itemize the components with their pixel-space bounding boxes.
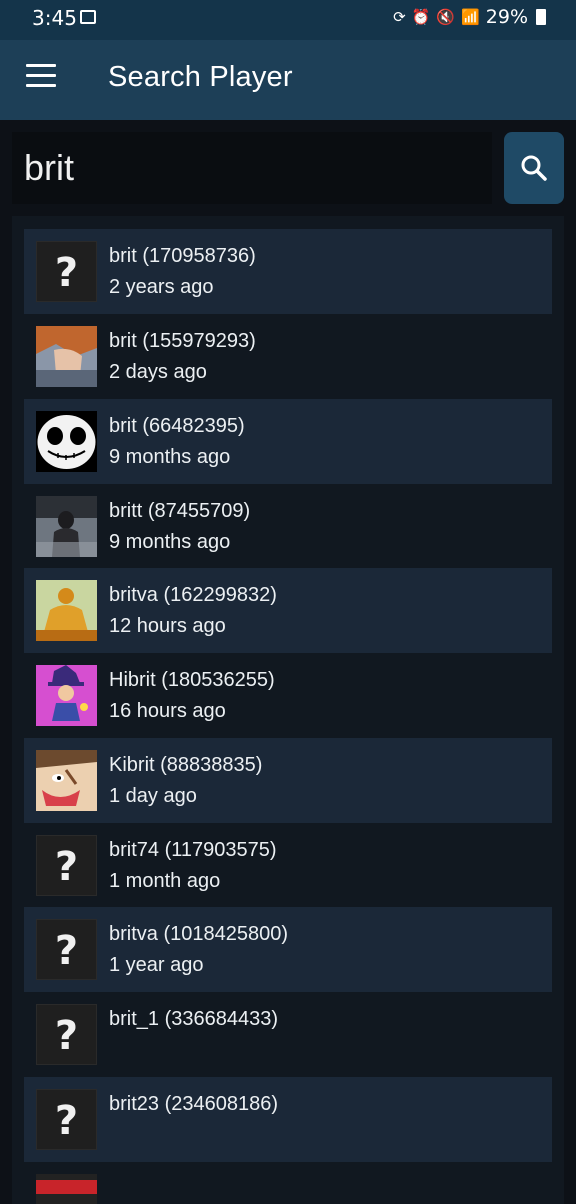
battery-icon: [536, 9, 546, 25]
golden-statue-avatar-icon: [36, 580, 97, 641]
unknown-avatar-icon: ?: [54, 250, 79, 296]
list-item[interactable]: Hibrit (180536255) 16 hours ago: [24, 653, 552, 738]
list-item[interactable]: ? brit (170958736) 2 years ago: [24, 229, 552, 314]
list-item[interactable]: brit (155979293) 2 days ago: [24, 314, 552, 399]
anime-character-avatar-icon: [36, 326, 97, 387]
unknown-avatar-icon: ?: [54, 928, 79, 974]
search-input[interactable]: [12, 132, 492, 204]
player-name: brit74 (117903575): [109, 839, 277, 861]
last-seen: 1 year ago: [109, 954, 204, 976]
list-item[interactable]: Kibrit (88838835) 1 day ago: [24, 738, 552, 823]
player-name: brit23 (234608186): [109, 1093, 279, 1115]
cartoon-face-avatar-icon: [36, 750, 97, 811]
last-seen: 12 hours ago: [109, 615, 226, 637]
last-seen: 16 hours ago: [109, 700, 226, 722]
sync-icon: ⟳: [393, 8, 406, 26]
page-title: Search Player: [108, 61, 293, 93]
gallery-notification-icon: [80, 10, 96, 24]
list-item[interactable]: britt (87455709) 9 months ago: [24, 484, 552, 569]
search-button[interactable]: [504, 132, 564, 204]
player-name: brit (155979293): [109, 330, 256, 352]
avatar: [36, 750, 97, 811]
app-bar: Search Player: [0, 40, 576, 120]
avatar: [36, 580, 97, 641]
player-name: Hibrit (180536255): [109, 669, 275, 691]
red-banner-avatar-icon: [36, 1174, 97, 1204]
avatar: ?: [36, 1004, 97, 1065]
avatar: [36, 326, 97, 387]
unknown-avatar-icon: ?: [54, 1013, 79, 1059]
list-item-partial[interactable]: [24, 1162, 552, 1204]
status-time: 3:45: [32, 6, 77, 30]
list-item[interactable]: ? britva (1018425800) 1 year ago: [24, 907, 552, 992]
list-item[interactable]: britva (162299832) 12 hours ago: [24, 568, 552, 653]
search-icon: [521, 155, 547, 181]
last-seen: 2 years ago: [109, 276, 214, 298]
player-name: brit (170958736): [109, 245, 256, 267]
list-item[interactable]: ? brit74 (117903575) 1 month ago: [24, 823, 552, 908]
player-name: brit_1 (336684433): [109, 1008, 279, 1030]
avatar: [36, 665, 97, 726]
skull-face-avatar-icon: [36, 411, 97, 472]
avatar: ?: [36, 241, 97, 302]
battery-percent: 29%: [485, 6, 528, 28]
player-name: britva (162299832): [109, 584, 277, 606]
list-item[interactable]: ? brit23 (234608186): [24, 1077, 552, 1162]
list-item[interactable]: brit (66482395) 9 months ago: [24, 399, 552, 484]
last-seen: 1 month ago: [109, 870, 221, 892]
unknown-avatar-icon: ?: [54, 1098, 79, 1144]
status-icons: ⟳ ⏰ 🔇 📶 29%: [393, 6, 546, 28]
avatar: ?: [36, 1089, 97, 1150]
last-seen: 1 day ago: [109, 785, 197, 807]
avatar: ?: [36, 919, 97, 980]
avatar: [36, 411, 97, 472]
hamburger-menu-icon[interactable]: [26, 64, 58, 94]
alarm-icon: ⏰: [411, 8, 431, 26]
player-name: Kibrit (88838835): [109, 754, 263, 776]
mute-icon: 🔇: [436, 8, 456, 26]
last-seen: 9 months ago: [109, 446, 231, 468]
hat-kid-avatar-icon: [36, 665, 97, 726]
last-seen: 2 days ago: [109, 361, 207, 383]
crowd-photo-avatar-icon: [36, 496, 97, 557]
player-name: britt (87455709): [109, 500, 251, 522]
results-list: ? brit (170958736) 2 years ago brit (155…: [12, 216, 564, 1204]
avatar: ?: [36, 835, 97, 896]
player-name: britva (1018425800): [109, 923, 289, 945]
wifi-icon: 📶: [461, 8, 480, 26]
search-bar: [12, 132, 564, 204]
list-item[interactable]: ? brit_1 (336684433): [24, 992, 552, 1077]
player-name: brit (66482395): [109, 415, 245, 437]
status-bar: 3:45 ⟳ ⏰ 🔇 📶 29%: [0, 0, 576, 40]
avatar: [36, 1174, 97, 1204]
avatar: [36, 496, 97, 557]
last-seen: 9 months ago: [109, 531, 231, 553]
unknown-avatar-icon: ?: [54, 844, 79, 890]
